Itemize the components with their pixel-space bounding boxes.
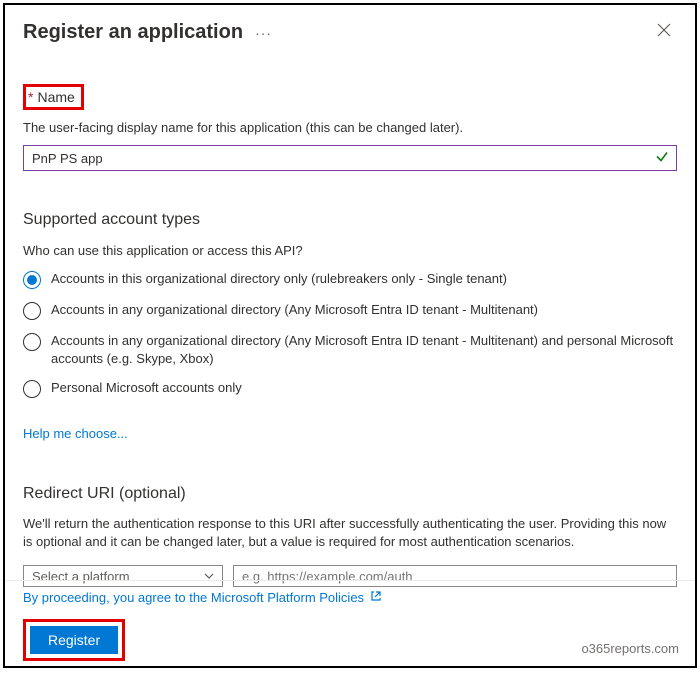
platform-policies-link[interactable]: By proceeding, you agree to the Microsof…: [23, 590, 364, 605]
register-button[interactable]: Register: [30, 626, 118, 654]
account-types-radio-group: Accounts in this organizational director…: [23, 270, 677, 398]
name-label-highlight: * Name: [23, 84, 84, 110]
chevron-down-icon: [204, 569, 214, 584]
platform-select[interactable]: Select a platform: [23, 565, 223, 587]
account-type-option-multitenant[interactable]: Accounts in any organizational directory…: [23, 301, 677, 320]
radio-label: Accounts in any organizational directory…: [51, 332, 677, 367]
name-help-text: The user-facing display name for this ap…: [23, 120, 677, 135]
radio-label: Personal Microsoft accounts only: [51, 379, 242, 397]
platform-select-value: Select a platform: [32, 569, 130, 584]
name-input[interactable]: [23, 145, 677, 171]
account-type-option-multitenant-personal[interactable]: Accounts in any organizational directory…: [23, 332, 677, 367]
radio-label: Accounts in any organizational directory…: [51, 301, 538, 319]
account-type-option-personal[interactable]: Personal Microsoft accounts only: [23, 379, 677, 398]
radio-icon: [23, 302, 41, 320]
watermark: o365reports.com: [581, 641, 679, 656]
register-button-highlight: Register: [23, 619, 125, 661]
required-mark: *: [28, 89, 33, 105]
account-types-heading: Supported account types: [23, 211, 677, 229]
close-icon[interactable]: [651, 19, 677, 46]
redirect-uri-input[interactable]: [233, 565, 677, 587]
radio-icon: [23, 380, 41, 398]
panel-title: Register an application: [23, 21, 243, 44]
radio-icon: [23, 333, 41, 351]
external-link-icon: [370, 590, 382, 605]
more-icon[interactable]: ···: [255, 25, 272, 41]
radio-label: Accounts in this organizational director…: [51, 270, 507, 288]
check-icon: [655, 150, 669, 167]
help-me-choose-link[interactable]: Help me choose...: [23, 426, 128, 441]
divider: [5, 580, 695, 581]
account-type-option-single-tenant[interactable]: Accounts in this organizational director…: [23, 270, 677, 289]
radio-icon: [23, 271, 41, 289]
account-types-question: Who can use this application or access t…: [23, 243, 677, 258]
name-label: Name: [37, 89, 74, 105]
redirect-help-text: We'll return the authentication response…: [23, 515, 677, 551]
redirect-heading: Redirect URI (optional): [23, 485, 677, 503]
